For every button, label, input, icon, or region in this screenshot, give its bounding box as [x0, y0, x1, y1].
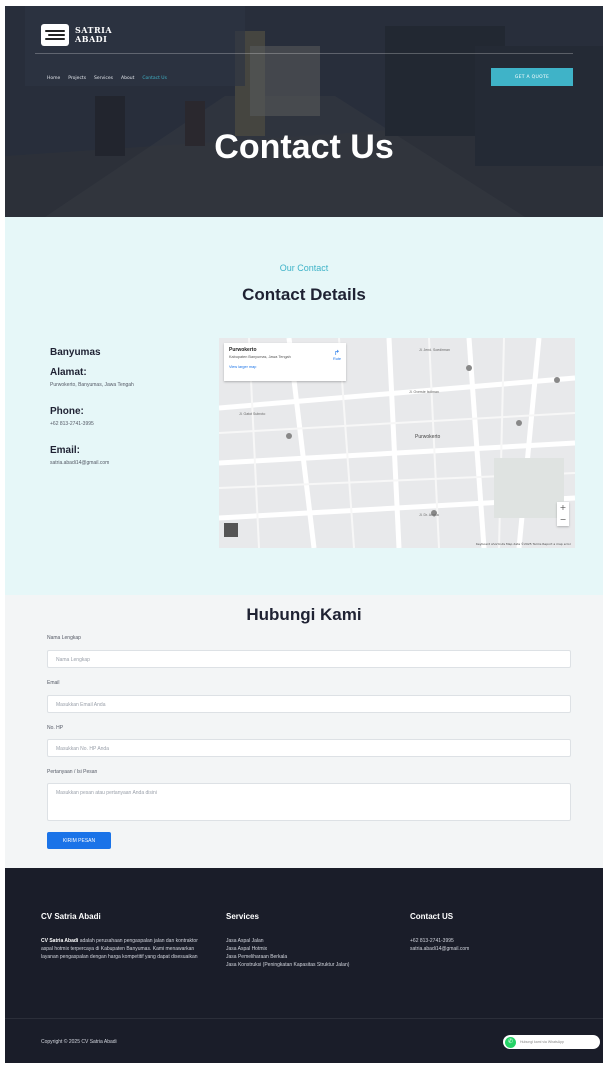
- footer-service-link[interactable]: Jasa Konstruksi (Peningkatan Kapasitas S…: [226, 961, 376, 969]
- main-nav: Home Projects Services About Contact Us: [47, 76, 167, 81]
- footer-about-title: CV Satria Abadi: [41, 912, 101, 921]
- brand-name-line2: ABADI: [75, 34, 108, 44]
- email-label: Email: [47, 680, 60, 686]
- map-place-title: Purwokerto: [229, 347, 257, 353]
- footer-phone[interactable]: +62 813-2741-3995: [410, 937, 560, 945]
- nav-services[interactable]: Services: [94, 76, 113, 81]
- whatsapp-label: Hubungi kami via WhatsApp: [520, 1040, 564, 1044]
- contact-info: Banyumas Alamat: Purwokerto, Banyumas, J…: [50, 347, 200, 484]
- footer-about-text: CV Satria Abadi adalah perusahaan pengas…: [41, 937, 206, 961]
- phone-label: Phone:: [50, 406, 84, 417]
- phone-value: +62 813-2741-3995: [50, 421, 94, 427]
- map-directions-label: Rute: [332, 357, 341, 361]
- phone-label: No. HP: [47, 725, 64, 731]
- brand-logo[interactable]: SATRIA ABADI: [41, 24, 112, 46]
- hero-section: SATRIA ABADI Home Projects Services Abou…: [5, 6, 603, 217]
- footer-contact: Contact US +62 813-2741-3995 satria.abad…: [410, 912, 560, 953]
- contact-details-section: Our Contact Contact Details Banyumas Ala…: [5, 217, 603, 595]
- map-place-card: Purwokerto Kabupaten Banyumas, Jawa Teng…: [224, 343, 346, 381]
- name-input[interactable]: Nama Lengkap: [47, 650, 571, 668]
- zoom-out-button[interactable]: −: [557, 514, 569, 526]
- name-label: Nama Lengkap: [47, 635, 81, 641]
- view-larger-map-link[interactable]: View larger map: [229, 365, 341, 369]
- email-label: Email:: [50, 445, 81, 456]
- brand-name: SATRIA ABADI: [75, 26, 112, 44]
- footer-email[interactable]: satria.abadi14@gmail.com: [410, 945, 560, 953]
- nav-contact[interactable]: Contact Us: [142, 76, 167, 81]
- footer-service-link[interactable]: Jasa Pemeliharaan Berkala: [226, 953, 376, 961]
- map-directions-button[interactable]: ↱ Rute: [333, 349, 341, 361]
- site-footer: CV Satria Abadi CV Satria Abadi adalah p…: [5, 868, 603, 1063]
- email-value: satria.abadi14@gmail.com: [50, 460, 110, 466]
- footer-service-link[interactable]: Jasa Aspal Jalan: [226, 937, 376, 945]
- message-label: Pertanyaan / Isi Pesan: [47, 769, 98, 775]
- directions-icon: ↱: [334, 350, 340, 357]
- zoom-in-button[interactable]: +: [557, 502, 569, 514]
- section-eyebrow: Our Contact: [279, 263, 329, 273]
- footer-services-list: Jasa Aspal Jalan Jasa Aspal Hotmix Jasa …: [226, 937, 376, 969]
- form-title: Hubungi Kami: [246, 605, 362, 624]
- whatsapp-button[interactable]: ✆ Hubungi kami via WhatsApp: [503, 1035, 600, 1049]
- footer-services-title: Services: [226, 912, 259, 921]
- city-name: Banyumas: [50, 347, 101, 358]
- contact-form-section: Hubungi Kami Nama Lengkap Nama Lengkap E…: [5, 595, 603, 868]
- nav-projects[interactable]: Projects: [68, 76, 86, 81]
- footer-about: CV Satria Abadi CV Satria Abadi adalah p…: [41, 912, 206, 961]
- map-label-city: Purwokerto: [415, 434, 441, 440]
- footer-contact-title: Contact US: [410, 912, 454, 921]
- whatsapp-icon: ✆: [505, 1036, 516, 1048]
- map-label-street-1: Jl. Jend. Soedirman: [419, 348, 450, 352]
- address-value: Purwokerto, Banyumas, Jawa Tengah: [50, 382, 134, 388]
- nav-home[interactable]: Home: [47, 76, 60, 81]
- footer-service-link[interactable]: Jasa Aspal Hotmix: [226, 945, 376, 953]
- copyright-text: Copyright © 2025 CV Satria Abadi: [41, 1039, 117, 1045]
- map-attribution[interactable]: Keyboard shortcuts Map data ©2025 Terms …: [476, 542, 571, 546]
- nav-about[interactable]: About: [121, 76, 134, 81]
- footer-services: Services Jasa Aspal Jalan Jasa Aspal Hot…: [226, 912, 376, 969]
- footer-divider: [5, 1018, 603, 1019]
- footer-about-brand: CV Satria Abadi: [41, 938, 79, 944]
- send-message-button[interactable]: KIRIM PESAN: [47, 832, 111, 849]
- map-label-street-2: Jl. Gatot Subroto: [239, 412, 266, 416]
- get-quote-button[interactable]: GET A QUOTE: [491, 68, 573, 86]
- footer-contact-list: +62 813-2741-3995 satria.abadi14@gmail.c…: [410, 937, 560, 953]
- email-input[interactable]: Masukkan Email Anda: [47, 695, 571, 713]
- address-label: Alamat:: [50, 367, 87, 378]
- embedded-map[interactable]: Purwokerto Jl. Jend. Soedirman Jl. Gatot…: [219, 338, 575, 548]
- road-logo-icon: [41, 24, 69, 46]
- section-title: Contact Details: [242, 285, 366, 304]
- map-zoom-controls: + −: [557, 502, 569, 526]
- phone-input[interactable]: Masukkan No. HP Anda: [47, 739, 571, 757]
- map-label-street-3: Jl. Overste Isdiman: [409, 390, 439, 394]
- message-textarea[interactable]: Masukkan pesan atau pertanyaan Anda disi…: [47, 783, 571, 821]
- page-title: Contact Us: [214, 128, 394, 166]
- header-divider: [35, 53, 573, 54]
- map-label-street-4: Jl. Dr. Angka: [419, 513, 439, 517]
- map-place-subtitle: Kabupaten Banyumas, Jawa Tengah: [229, 355, 291, 359]
